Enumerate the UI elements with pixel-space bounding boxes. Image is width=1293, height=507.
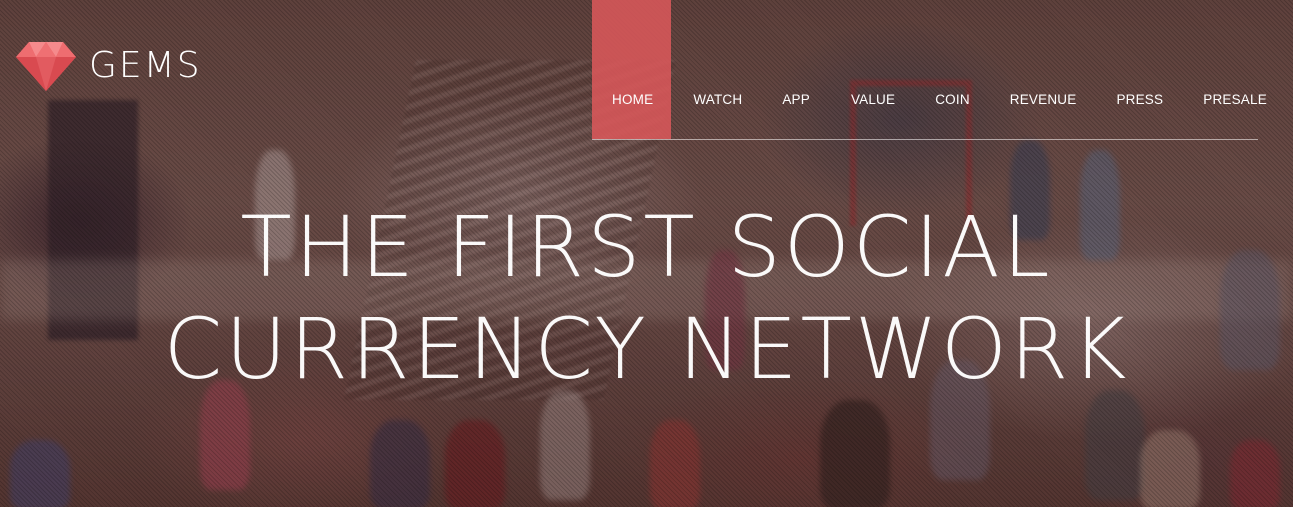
brand-logo-link[interactable]: GEMS [15, 40, 202, 92]
nav-active-highlight [592, 0, 671, 139]
hero-section: GEMS HOME WATCH APP VALUE COIN REVENUE P… [0, 0, 1293, 507]
hero-headline: THE FIRST SOCIAL CURRENCY NETWORK [0, 196, 1293, 400]
nav-divider [592, 139, 1258, 140]
nav-item-coin[interactable]: COIN [935, 92, 970, 107]
nav-item-home[interactable]: HOME [612, 92, 653, 107]
hero-headline-line-2: CURRENCY NETWORK [163, 300, 1130, 398]
nav-item-press[interactable]: PRESS [1116, 92, 1163, 107]
nav-item-app[interactable]: APP [782, 92, 810, 107]
main-nav: HOME WATCH APP VALUE COIN REVENUE PRESS … [592, 88, 1267, 110]
nav-item-watch[interactable]: WATCH [693, 92, 742, 107]
nav-item-revenue[interactable]: REVENUE [1010, 92, 1077, 107]
nav-item-presale[interactable]: PRESALE [1203, 92, 1267, 107]
nav-item-value[interactable]: VALUE [851, 92, 895, 107]
gem-icon [15, 40, 77, 92]
hero-headline-line-1: THE FIRST SOCIAL [240, 198, 1053, 296]
brand-name: GEMS [89, 45, 202, 86]
